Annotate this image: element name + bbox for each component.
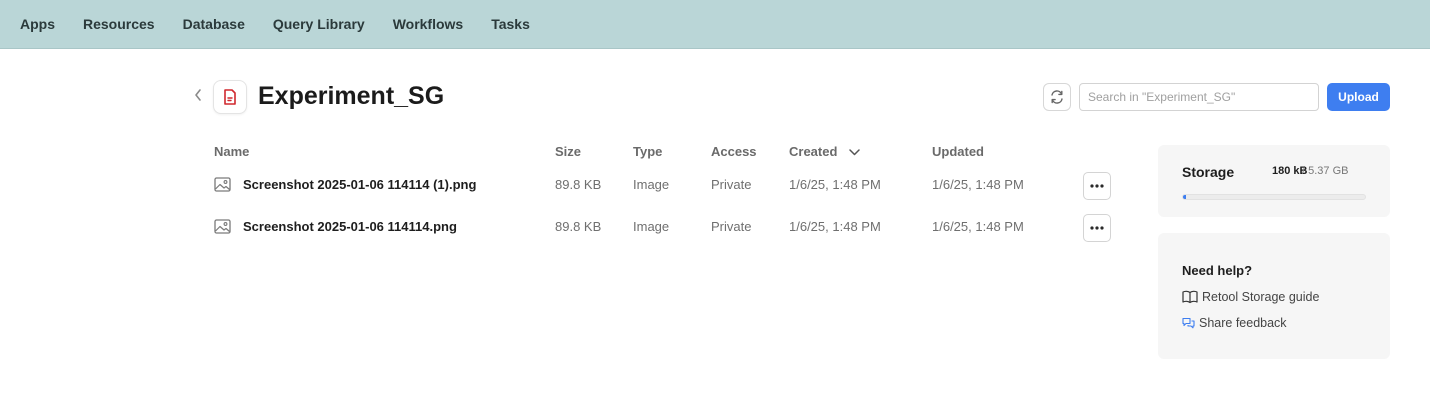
file-updated: 1/6/25, 1:48 PM [932,177,1024,192]
upload-button[interactable]: Upload [1327,83,1390,111]
table-row[interactable]: Screenshot 2025-01-06 114114.png 89.8 KB… [214,210,1114,246]
nav-item-resources[interactable]: Resources [83,16,155,32]
share-feedback-link[interactable]: Share feedback [1182,316,1287,330]
file-name[interactable]: Screenshot 2025-01-06 114114 (1).png [243,177,476,192]
file-name[interactable]: Screenshot 2025-01-06 114114.png [243,219,457,234]
nav-item-database[interactable]: Database [183,16,245,32]
column-header-type[interactable]: Type [633,144,662,159]
row-actions-button[interactable] [1083,172,1111,200]
storage-total: / 5.37 GB [1302,165,1349,177]
back-button[interactable] [190,88,206,106]
nav-item-query-library[interactable]: Query Library [273,16,365,32]
column-header-name[interactable]: Name [214,144,249,159]
storage-guide-link[interactable]: Retool Storage guide [1182,290,1319,304]
storage-label: Storage [1182,164,1235,180]
search-input[interactable] [1079,83,1319,111]
book-icon [1182,290,1198,304]
file-type: Image [633,177,670,192]
file-icon [213,80,247,114]
storage-progress-fill [1183,195,1186,199]
column-header-size[interactable]: Size [555,144,581,159]
nav-item-workflows[interactable]: Workflows [393,16,464,32]
image-icon [214,177,231,192]
chevron-left-icon [195,89,201,101]
column-header-updated[interactable]: Updated [932,144,984,159]
help-card: Need help? Retool Storage guide Share fe… [1158,233,1390,359]
column-header-created[interactable]: Created [789,144,860,159]
more-horizontal-icon [1090,226,1104,230]
table-row[interactable]: Screenshot 2025-01-06 114114 (1).png 89.… [214,168,1114,204]
more-horizontal-icon [1090,184,1104,188]
file-type: Image [633,219,670,234]
storage-guide-label: Retool Storage guide [1202,290,1320,304]
storage-card: Storage 180 kB / 5.37 GB [1158,145,1390,217]
refresh-button[interactable] [1043,83,1071,111]
file-access: Private [711,219,752,234]
file-updated: 1/6/25, 1:48 PM [932,219,1024,234]
nav-item-apps[interactable]: Apps [20,16,55,32]
nav-item-tasks[interactable]: Tasks [491,16,530,32]
top-navigation: Apps Resources Database Query Library Wo… [0,0,1430,49]
row-actions-button[interactable] [1083,214,1111,242]
page-title: Experiment_SG [258,82,445,110]
image-icon [214,219,231,234]
help-title: Need help? [1182,263,1253,278]
file-size: 89.8 KB [555,177,602,192]
share-feedback-label: Share feedback [1199,316,1287,330]
file-created: 1/6/25, 1:48 PM [789,177,881,192]
chevron-down-icon [849,147,860,159]
file-access: Private [711,177,752,192]
storage-progress-bar [1182,194,1366,200]
file-created: 1/6/25, 1:48 PM [789,219,881,234]
column-header-access[interactable]: Access [711,144,757,159]
column-header-created-label: Created [789,144,838,159]
chat-bubbles-icon [1182,317,1195,329]
file-size: 89.8 KB [555,219,602,234]
refresh-icon [1051,90,1063,104]
